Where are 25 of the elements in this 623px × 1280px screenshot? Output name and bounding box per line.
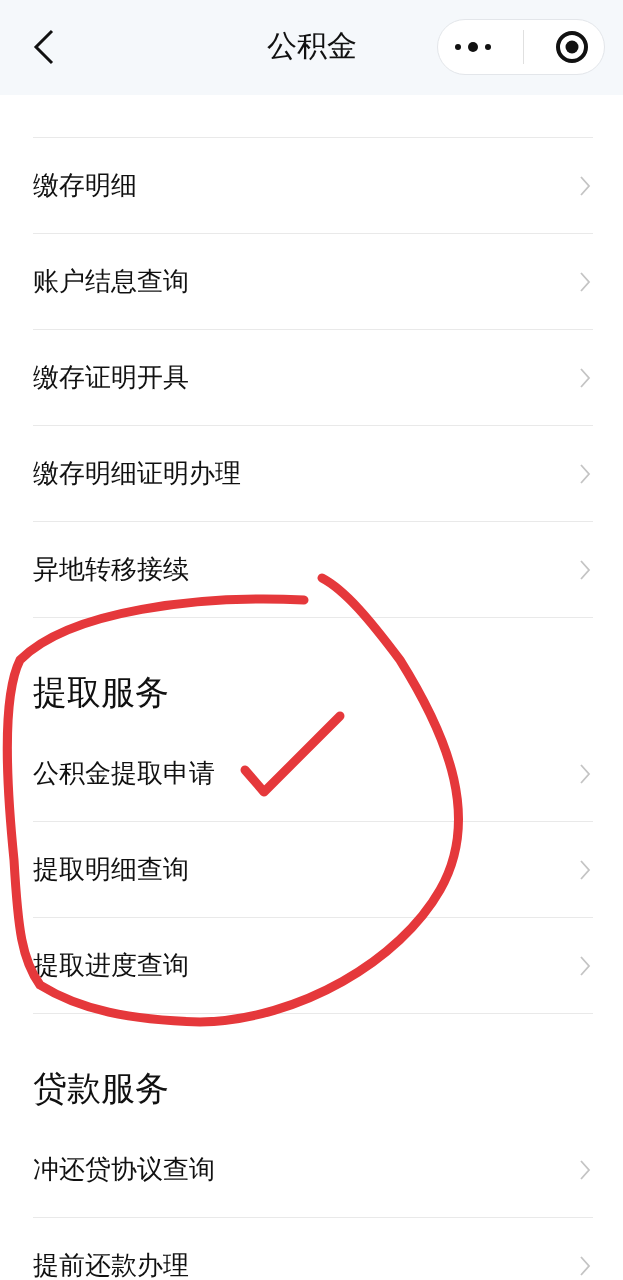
- menu-item[interactable]: 公积金提取申请: [33, 726, 593, 822]
- chevron-icon: [579, 462, 591, 485]
- chevron-icon: [579, 366, 591, 389]
- section-title: 提取服务: [33, 671, 169, 714]
- chevron-icon: [579, 762, 591, 785]
- section-title: 贷款服务: [33, 1067, 169, 1110]
- chevron-icon: [579, 174, 591, 197]
- back-icon[interactable]: [33, 29, 55, 65]
- page-title: 公积金: [265, 27, 358, 65]
- chevron-icon: [579, 858, 591, 881]
- menu-item[interactable]: 缴存证明开具: [33, 330, 593, 426]
- close-icon[interactable]: [554, 30, 589, 64]
- menu-item[interactable]: 异地转移接续: [33, 522, 593, 618]
- chevron-icon: [579, 558, 591, 581]
- more-icon[interactable]: [453, 41, 494, 53]
- menu-item[interactable]: 账户结息查询: [33, 234, 593, 330]
- menu-item[interactable]: 提取明细查询: [33, 822, 593, 918]
- chevron-icon: [579, 270, 591, 293]
- chevron-icon: [579, 1254, 591, 1277]
- chevron-icon: [579, 954, 591, 977]
- chevron-icon: [579, 1158, 591, 1181]
- menu-item[interactable]: 冲还贷协议查询: [33, 1122, 593, 1218]
- menu-item[interactable]: 缴存明细证明办理: [33, 426, 593, 522]
- menu-item[interactable]: 提前还款办理: [33, 1218, 593, 1280]
- menu-item[interactable]: 缴存明细: [33, 138, 593, 234]
